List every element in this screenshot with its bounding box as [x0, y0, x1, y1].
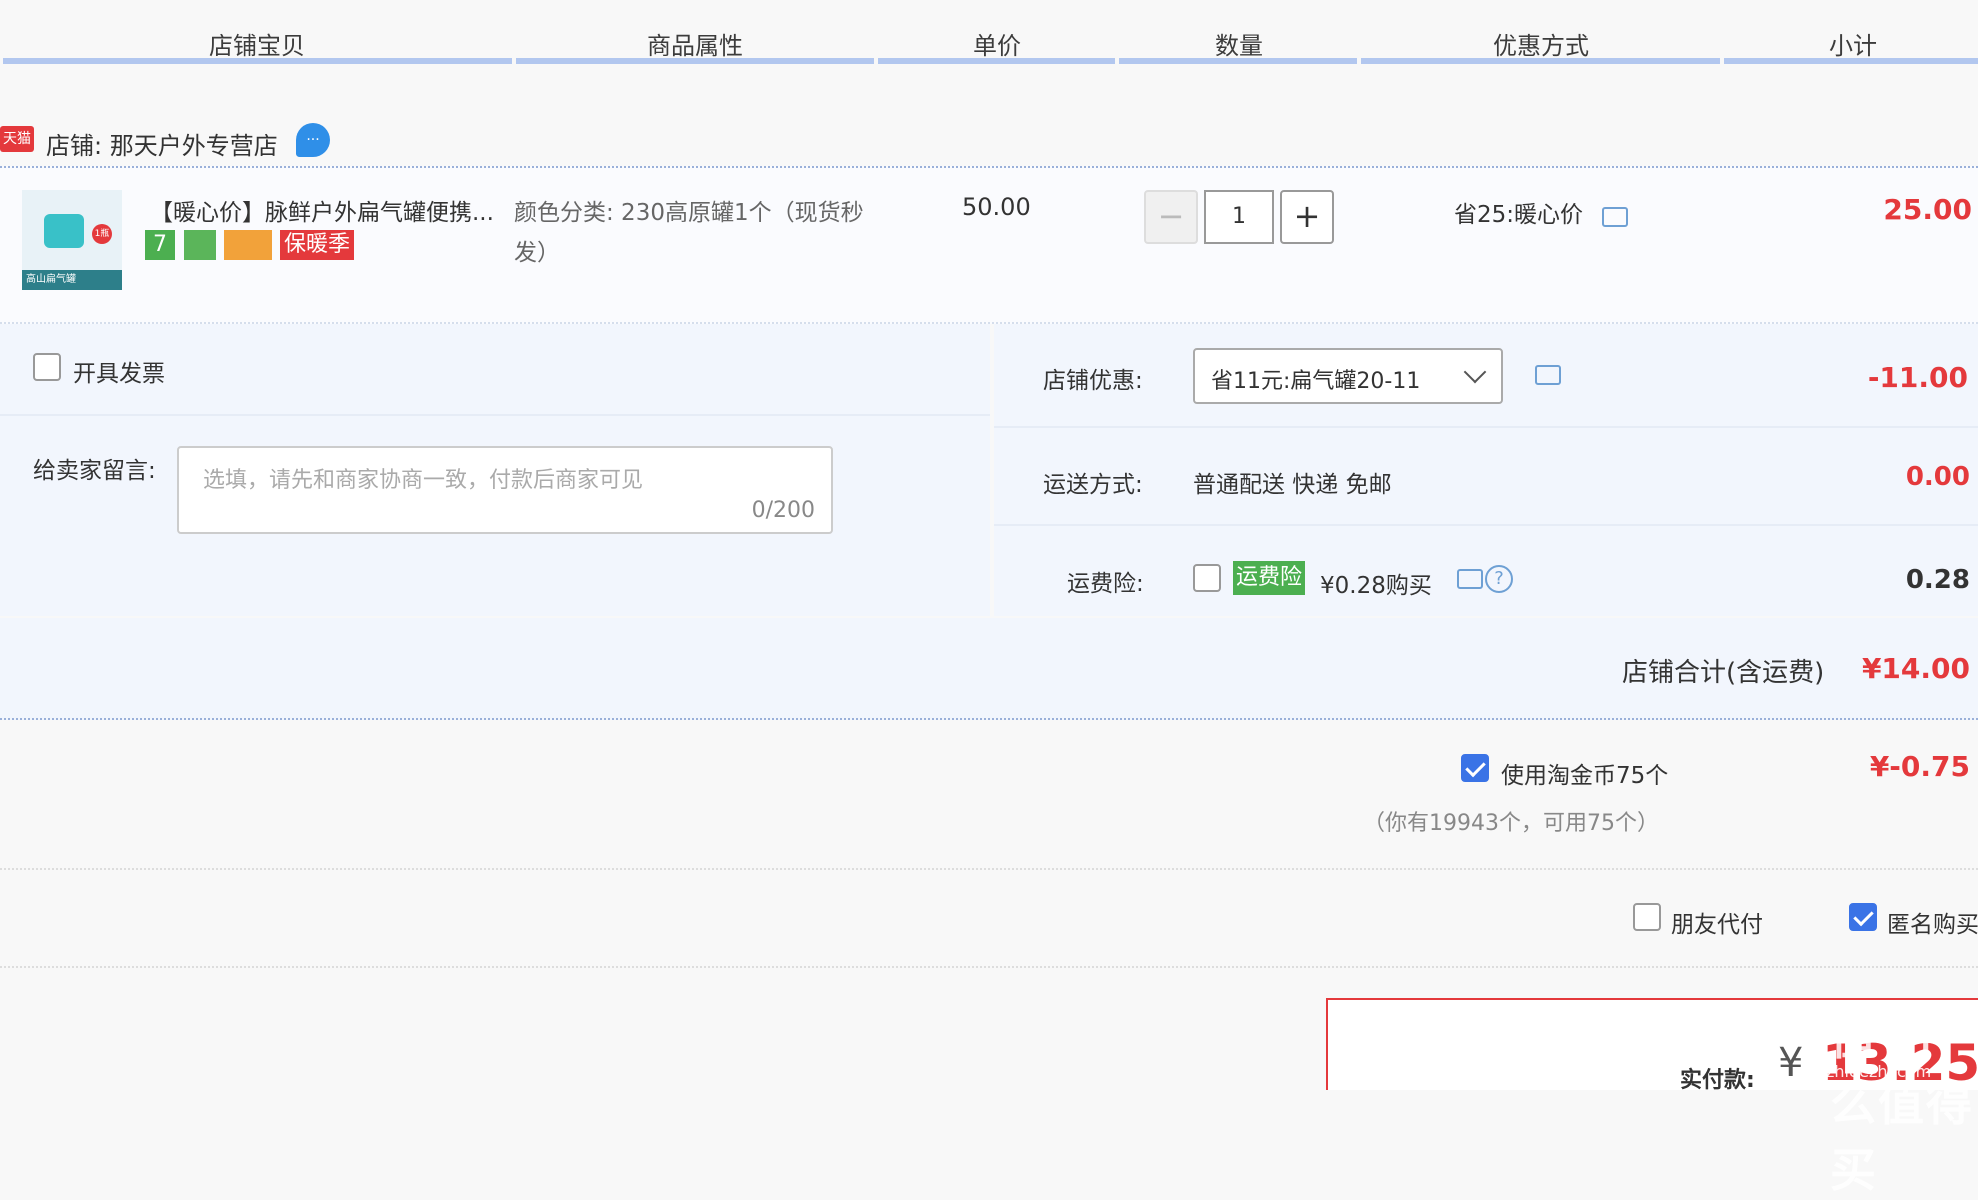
item-subtotal: 25.00 — [1883, 193, 1972, 226]
insurance-tag: 运费险 — [1233, 561, 1306, 595]
shop-total-amount: ¥14.00 — [1861, 652, 1970, 685]
thumb-caption: 高山扁气罐 — [22, 270, 122, 290]
watermark-url: zhidezhi.com — [1826, 1062, 1932, 1081]
item-discount-label: 省25:暖心价 — [1454, 202, 1584, 228]
coins-label: 使用淘金币75个 — [1501, 763, 1669, 789]
divider — [0, 868, 1978, 870]
comment-icon[interactable] — [1535, 365, 1561, 385]
divider — [0, 966, 1978, 968]
column-header-attr: 商品属性 — [647, 32, 743, 60]
column-header-qty: 数量 — [1215, 32, 1263, 60]
quantity-increment-button[interactable]: + — [1280, 190, 1334, 244]
watermark-logo: 值 什么值得买 — [1830, 1011, 1974, 1197]
friend-pay-label: 朋友代付 — [1671, 912, 1763, 938]
thumb-badge: 1瓶 — [92, 224, 112, 244]
product-attribute: 颜色分类: 230高原罐1个（现货秒发） — [514, 200, 864, 266]
seller-message-input[interactable]: 选填，请先和商家协商一致，付款后商家可见 0/200 — [177, 446, 833, 534]
shop-total-label: 店铺合计(含运费) — [1622, 658, 1825, 688]
invoice-checkbox[interactable] — [33, 353, 61, 381]
message-label: 给卖家留言: — [33, 458, 156, 484]
invoice-label: 开具发票 — [73, 361, 165, 387]
help-icon[interactable]: ? — [1485, 565, 1513, 593]
anonymous-checkbox[interactable] — [1849, 903, 1877, 931]
shipping-label: 运送方式: — [1043, 472, 1143, 498]
coins-amount: ¥-0.75 — [1869, 750, 1970, 783]
quantity-decrement-button[interactable]: − — [1144, 190, 1198, 244]
message-counter: 0/200 — [751, 498, 815, 523]
shop-discount-amount: -11.00 — [1867, 361, 1968, 394]
friend-pay-checkbox[interactable] — [1633, 903, 1661, 931]
product-thumbnail[interactable]: 1瓶 高山扁气罐 — [22, 190, 122, 290]
column-header-row: 店铺宝贝 商品属性 单价 数量 优惠方式 小计 — [0, 0, 1978, 64]
shield-icon — [184, 230, 216, 260]
warm-season-tag: 保暖季 — [280, 230, 355, 260]
header-divider — [3, 58, 512, 64]
shop-discount-label: 店铺优惠: — [1043, 368, 1143, 394]
tmall-icon: 天猫 — [0, 126, 34, 152]
column-header-discount: 优惠方式 — [1493, 32, 1589, 60]
unit-price: 50.00 — [962, 193, 1031, 221]
product-title-link[interactable]: 【暖心价】脉鲜户外扁气罐便携... — [150, 193, 494, 227]
column-header-price: 单价 — [973, 32, 1021, 60]
shop-discount-select[interactable]: 省11元:扁气罐20-11 — [1193, 348, 1503, 404]
shop-label: 店铺: 那天户外专营店 — [46, 126, 278, 161]
header-divider — [1361, 58, 1720, 64]
pay-currency: ¥ — [1778, 1040, 1804, 1086]
insurance-checkbox[interactable] — [1193, 564, 1221, 592]
shipping-amount: 0.00 — [1905, 462, 1970, 492]
column-header-item: 店铺宝贝 — [209, 32, 305, 60]
shipping-method: 普通配送 快递 免邮 — [1193, 472, 1392, 498]
chat-bubble-icon[interactable]: ··· — [296, 123, 330, 157]
card-icon — [224, 230, 272, 260]
insurance-label: 运费险: — [1067, 571, 1144, 597]
comment-icon[interactable] — [1602, 207, 1628, 227]
column-header-subtotal: 小计 — [1829, 32, 1877, 60]
gas-canister-icon — [44, 214, 84, 248]
header-divider — [878, 58, 1115, 64]
shop-label-prefix: 店铺: — [46, 132, 103, 160]
header-divider — [516, 58, 874, 64]
shop-discount-selected: 省11元:扁气罐20-11 — [1211, 369, 1421, 394]
insurance-price: ¥0.28购买 — [1320, 573, 1432, 599]
shop-name-link[interactable]: 那天户外专营店 — [110, 132, 278, 160]
chevron-down-icon — [1463, 360, 1487, 384]
quantity-input[interactable]: 1 — [1204, 190, 1274, 244]
message-placeholder: 选填，请先和商家协商一致，付款后商家可见 — [203, 468, 644, 493]
comment-icon[interactable] — [1457, 569, 1483, 589]
header-divider — [1119, 58, 1357, 64]
coins-checkbox[interactable] — [1461, 754, 1489, 782]
header-divider — [1724, 58, 1978, 64]
seven-day-return-icon: 7 — [145, 230, 175, 260]
coins-note: （你有19943个，可用75个） — [1363, 811, 1659, 836]
insurance-amount: 0.28 — [1905, 565, 1970, 595]
anonymous-label: 匿名购买 — [1887, 912, 1978, 938]
pay-label: 实付款: — [1680, 1068, 1755, 1093]
